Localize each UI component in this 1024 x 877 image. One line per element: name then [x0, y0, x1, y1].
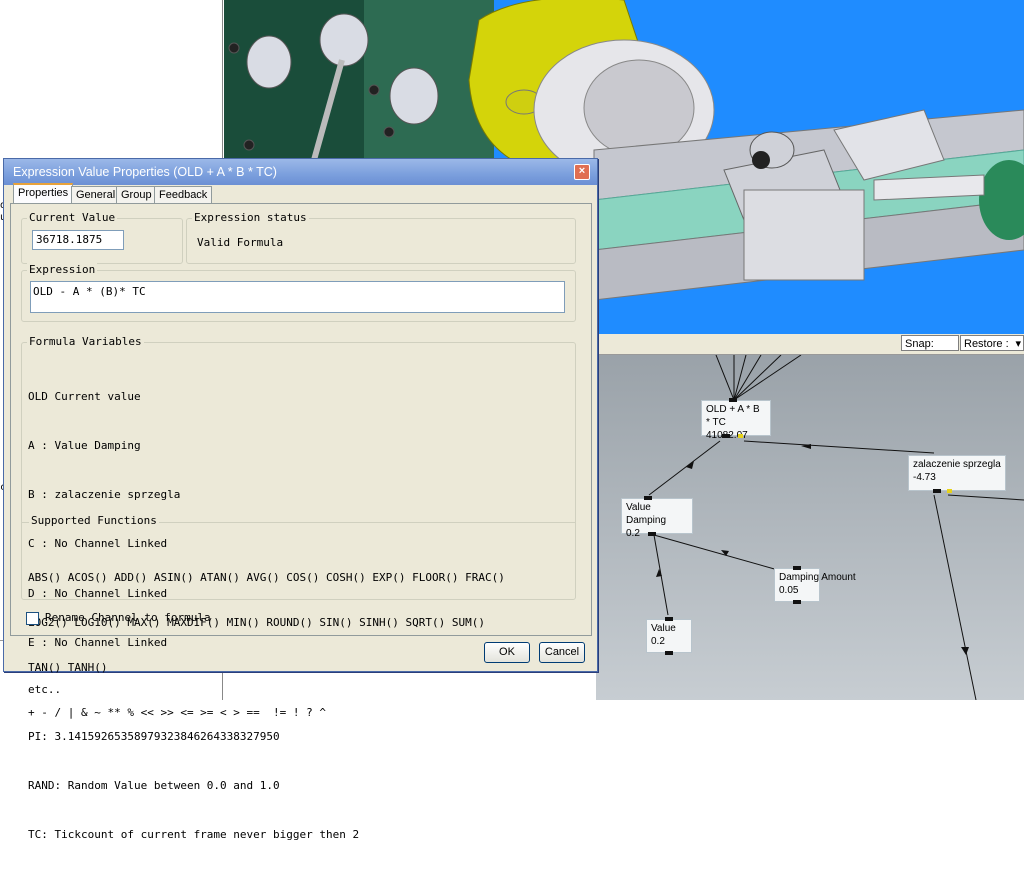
node-output-pin[interactable] [665, 651, 673, 655]
tab-feedback[interactable]: Feedback [154, 186, 213, 203]
close-icon: × [578, 165, 586, 177]
current-value-label: Current Value [27, 211, 118, 224]
node-output-pin[interactable] [793, 600, 801, 604]
formula-variables-group: Formula Variables OLD Current value A : … [21, 335, 576, 841]
chevron-down-icon: ▾ [1015, 338, 1021, 350]
expression-label: Expression [27, 263, 98, 276]
node-title: Damping Amount [779, 572, 856, 583]
graph-node[interactable]: OLD + A * B * TC 41082.07 [701, 398, 771, 441]
schematic-graph[interactable]: OLD + A * B * TC 41082.07 zalaczenie spr… [596, 355, 1024, 700]
expression-status-text: Valid Formula [197, 236, 284, 249]
graph-toolbar: Snap: 539 Restore : ▾ [596, 334, 1024, 366]
dialog-titlebar[interactable]: Expression Value Properties (OLD + A * B… [4, 159, 597, 185]
tab-group[interactable]: Group [116, 186, 157, 203]
node-input-pin[interactable] [793, 566, 801, 570]
snap-field[interactable]: Snap: 539 [901, 335, 959, 366]
variable-line: B : zalaczenie sprzegla [28, 488, 181, 502]
supported-functions-list: ABS() ACOS() ADD() ASIN() ATAN() AVG() C… [28, 540, 505, 750]
graph-node[interactable]: Value 0.2 [646, 617, 692, 655]
function-line: ABS() ACOS() ADD() ASIN() ATAN() AVG() C… [28, 571, 505, 584]
expression-group: Expression OLD - A * (B)* TC [21, 263, 576, 322]
node-title: OLD + A * B * TC [706, 404, 760, 428]
rename-checkbox[interactable] [26, 612, 39, 625]
tab-properties[interactable]: Properties [13, 183, 74, 204]
node-value: -4.73 [913, 472, 936, 483]
variable-line: OLD Current value [28, 389, 141, 403]
node-input-pin[interactable] [665, 617, 673, 621]
restore-dropdown[interactable]: Restore : ▾ [960, 335, 1024, 351]
expression-properties-dialog: Expression Value Properties (OLD + A * B… [3, 158, 598, 841]
node-value: 0.05 [779, 585, 799, 596]
variable-line: TC: Tickcount of current frame never big… [28, 828, 360, 842]
node-output-pin[interactable] [933, 489, 941, 493]
ok-button[interactable]: OK [484, 642, 530, 663]
node-title: Value Damping [626, 502, 667, 526]
node-add-pin[interactable] [947, 489, 952, 493]
node-output-pin[interactable] [648, 532, 656, 536]
node-input-pin[interactable] [729, 398, 737, 402]
close-button[interactable]: × [574, 164, 590, 180]
restore-label: Restore : [964, 338, 1009, 350]
node-value: 0.2 [651, 636, 665, 647]
cancel-button[interactable]: Cancel [539, 642, 585, 663]
formula-variables-label: Formula Variables [27, 335, 144, 348]
function-line: + - / | & ~ ** % << >> <= >= < > == != !… [28, 706, 327, 719]
expression-status-label: Expression status [192, 211, 309, 224]
properties-panel: Current Value 36718.1875 Expression stat… [10, 203, 592, 841]
node-input-pin[interactable] [644, 496, 652, 500]
variable-line: RAND: Random Value between 0.0 and 1.0 [28, 779, 280, 793]
graph-node[interactable]: Damping Amount 0.05 [774, 566, 856, 604]
graph-node[interactable]: Value Damping 0.2 [621, 496, 693, 539]
node-title: zalaczenie sprzegla [913, 459, 1001, 470]
expression-input[interactable]: OLD - A * (B)* TC [30, 281, 565, 313]
function-line: TAN() TANH() [28, 661, 108, 674]
dialog-title: Expression Value Properties (OLD + A * B… [13, 165, 277, 179]
node-value: 41082.07 [706, 429, 766, 442]
expression-status-group: Expression status Valid Formula [186, 211, 576, 264]
node-add-pin[interactable] [738, 434, 743, 438]
node-output-pin[interactable] [722, 434, 730, 438]
current-value-group: Current Value 36718.1875 [21, 211, 183, 264]
node-title: Value [651, 623, 676, 634]
node-value: 0.2 [626, 528, 640, 539]
supported-functions-label: Supported Functions [29, 514, 159, 527]
tab-general[interactable]: General [71, 186, 121, 203]
variable-line: A : Value Damping [28, 439, 141, 453]
graph-node[interactable]: zalaczenie sprzegla -4.73 [908, 455, 1006, 493]
rename-checkbox-label: Rename Channel to formula [45, 611, 211, 624]
current-value-field[interactable]: 36718.1875 [32, 230, 124, 250]
